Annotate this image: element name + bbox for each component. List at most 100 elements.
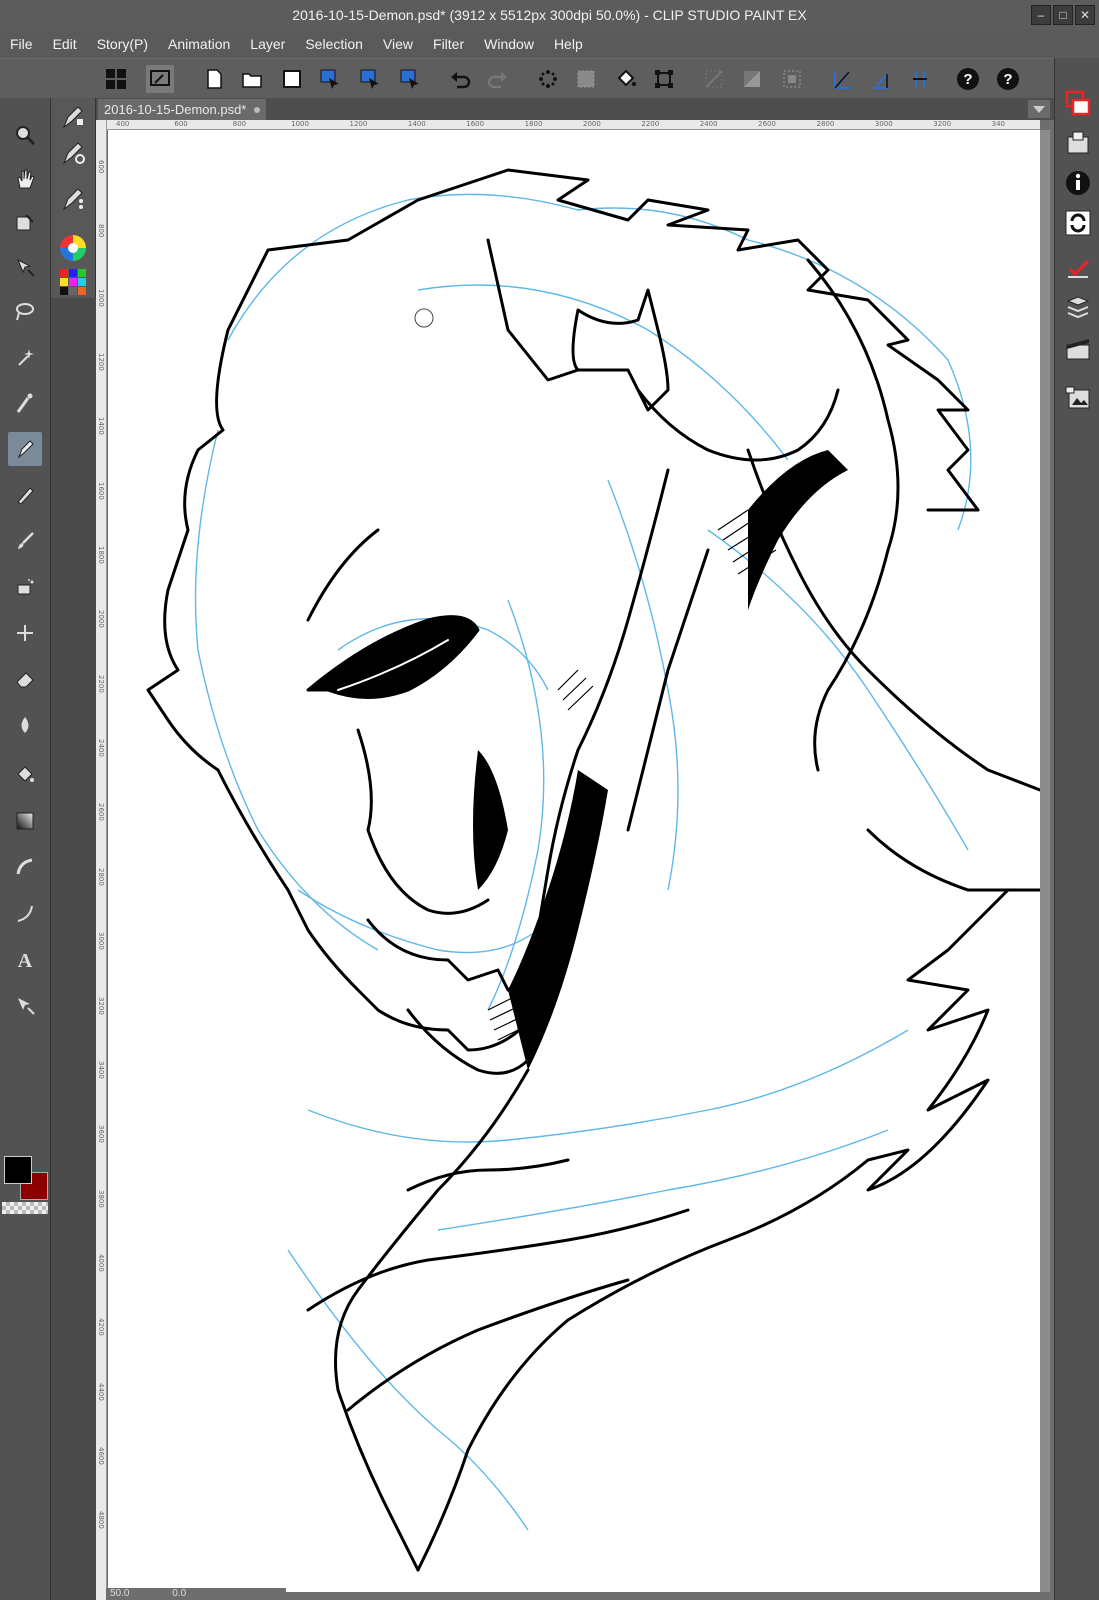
- auto-action-icon[interactable]: [1061, 252, 1095, 286]
- tab-close-icon[interactable]: [254, 107, 261, 113]
- blend-icon[interactable]: [8, 708, 42, 742]
- transform-icon[interactable]: [650, 65, 678, 93]
- select-move-icon[interactable]: [396, 65, 424, 93]
- angle-value[interactable]: 0.0: [172, 1588, 186, 1599]
- undo-icon[interactable]: [446, 65, 474, 93]
- help2-icon[interactable]: ?: [994, 65, 1022, 93]
- redo-icon[interactable]: [484, 65, 512, 93]
- svg-text:?: ?: [963, 71, 972, 88]
- ruler-snap-icon[interactable]: [828, 65, 856, 93]
- clear-icon[interactable]: [534, 65, 562, 93]
- magic-wand-icon[interactable]: [8, 340, 42, 374]
- navigator-icon[interactable]: [146, 65, 174, 93]
- ruler-h-label: 1000: [291, 120, 309, 128]
- sync-icon[interactable]: [1061, 206, 1095, 240]
- tool-palette: A: [0, 98, 51, 1600]
- ruler-h-label: 2200: [641, 120, 660, 128]
- animation-icon[interactable]: [1061, 332, 1095, 366]
- fill-icon[interactable]: [572, 65, 600, 93]
- ruler-h-label: 1400: [407, 120, 426, 128]
- deselect-icon[interactable]: [700, 65, 728, 93]
- eraser-icon[interactable]: [8, 662, 42, 696]
- ruler-h-label: 2000: [583, 120, 601, 128]
- zoom-value[interactable]: 50.0: [110, 1588, 129, 1599]
- save-icon[interactable]: [278, 65, 306, 93]
- ruler-v-label: 3600: [97, 1125, 105, 1144]
- ruler-v-label: 2200: [97, 674, 105, 693]
- menu-file[interactable]: File: [0, 36, 43, 52]
- demon-artwork: [146, 168, 1042, 1572]
- decoration-icon[interactable]: [8, 616, 42, 650]
- open-icon[interactable]: [238, 65, 266, 93]
- text-icon[interactable]: A: [8, 942, 42, 976]
- transparent-color-swatch[interactable]: [2, 1202, 48, 1214]
- menu-view[interactable]: View: [373, 36, 423, 52]
- rotate-icon[interactable]: [8, 206, 42, 240]
- document-tab-label: 2016-10-15-Demon.psd*: [104, 102, 247, 117]
- grid-icon[interactable]: [102, 65, 130, 93]
- bucket-icon[interactable]: [612, 65, 640, 93]
- ruler-h-label: 1200: [349, 120, 368, 128]
- sub-tool-pen-icon[interactable]: [57, 102, 89, 134]
- ruler-v-label: 800: [97, 224, 105, 238]
- color-wheel-icon[interactable]: [57, 232, 89, 264]
- minimize-icon[interactable]: –: [1031, 5, 1051, 25]
- ruler-v-label: 2800: [97, 867, 105, 886]
- select-layer-icon[interactable]: [316, 65, 344, 93]
- sub-tool-detail-icon[interactable]: [57, 184, 89, 216]
- fill-tool-icon[interactable]: [8, 758, 42, 792]
- vertical-scrollbar[interactable]: [1040, 130, 1050, 1592]
- select-object-icon[interactable]: [356, 65, 384, 93]
- close-icon[interactable]: ✕: [1075, 5, 1095, 25]
- document-tab[interactable]: 2016-10-15-Demon.psd*: [98, 99, 267, 120]
- ruler-h-label: 400: [116, 120, 130, 128]
- menu-window[interactable]: Window: [474, 36, 544, 52]
- lasso-icon[interactable]: [8, 294, 42, 328]
- invert-icon[interactable]: [738, 65, 766, 93]
- figure-icon[interactable]: [8, 850, 42, 884]
- new-icon[interactable]: [200, 65, 228, 93]
- help-icon[interactable]: ?: [954, 65, 982, 93]
- sub-tool-settings-icon[interactable]: [57, 138, 89, 170]
- ruler-v-label: 4400: [97, 1382, 105, 1401]
- ruler-v-label: 1200: [97, 353, 105, 371]
- menu-story[interactable]: Story(P): [87, 36, 158, 52]
- ruler-h-label: 3000: [874, 120, 893, 128]
- info-icon[interactable]: [1061, 166, 1095, 200]
- main-color-swatch[interactable]: [4, 1156, 32, 1184]
- balloon-icon[interactable]: [8, 988, 42, 1022]
- zoom-tool-icon[interactable]: [8, 118, 42, 152]
- layer-panel-icon[interactable]: [1061, 290, 1095, 324]
- menu-filter[interactable]: Filter: [423, 36, 474, 52]
- color-set-icon[interactable]: [57, 266, 89, 298]
- ruler-v-label: 3000: [97, 932, 105, 950]
- ruler-h-label: 2400: [699, 120, 718, 128]
- move-icon[interactable]: [8, 250, 42, 284]
- menu-layer[interactable]: Layer: [240, 36, 295, 52]
- menu-edit[interactable]: Edit: [43, 36, 87, 52]
- hand-tool-icon[interactable]: [8, 162, 42, 196]
- ruler-v-label: 2000: [97, 610, 105, 629]
- grid-snap-icon[interactable]: [906, 65, 934, 93]
- material-icon[interactable]: [1061, 382, 1095, 416]
- pencil-icon[interactable]: [8, 478, 42, 512]
- gradient-icon[interactable]: [8, 804, 42, 838]
- menu-animation[interactable]: Animation: [158, 36, 240, 52]
- maximize-icon[interactable]: □: [1053, 5, 1073, 25]
- ruler-h-label: 600: [174, 120, 188, 128]
- menu-help[interactable]: Help: [544, 36, 593, 52]
- special-ruler-snap-icon[interactable]: [866, 65, 894, 93]
- navigator-panel-icon[interactable]: [1061, 126, 1095, 160]
- tab-menu-icon[interactable]: [1028, 100, 1050, 118]
- airbrush-icon[interactable]: [8, 570, 42, 604]
- menu-selection[interactable]: Selection: [295, 36, 373, 52]
- select-all-icon[interactable]: [778, 65, 806, 93]
- color-swatches[interactable]: [2, 1156, 48, 1216]
- brush-icon[interactable]: [8, 524, 42, 558]
- drawing-canvas[interactable]: [108, 130, 1042, 1592]
- curve-icon[interactable]: [8, 896, 42, 930]
- pen-icon[interactable]: [8, 432, 42, 466]
- ruler-h-label: 1800: [524, 120, 543, 128]
- eyedropper-icon[interactable]: [8, 386, 42, 420]
- layer-property-icon[interactable]: [1061, 86, 1095, 120]
